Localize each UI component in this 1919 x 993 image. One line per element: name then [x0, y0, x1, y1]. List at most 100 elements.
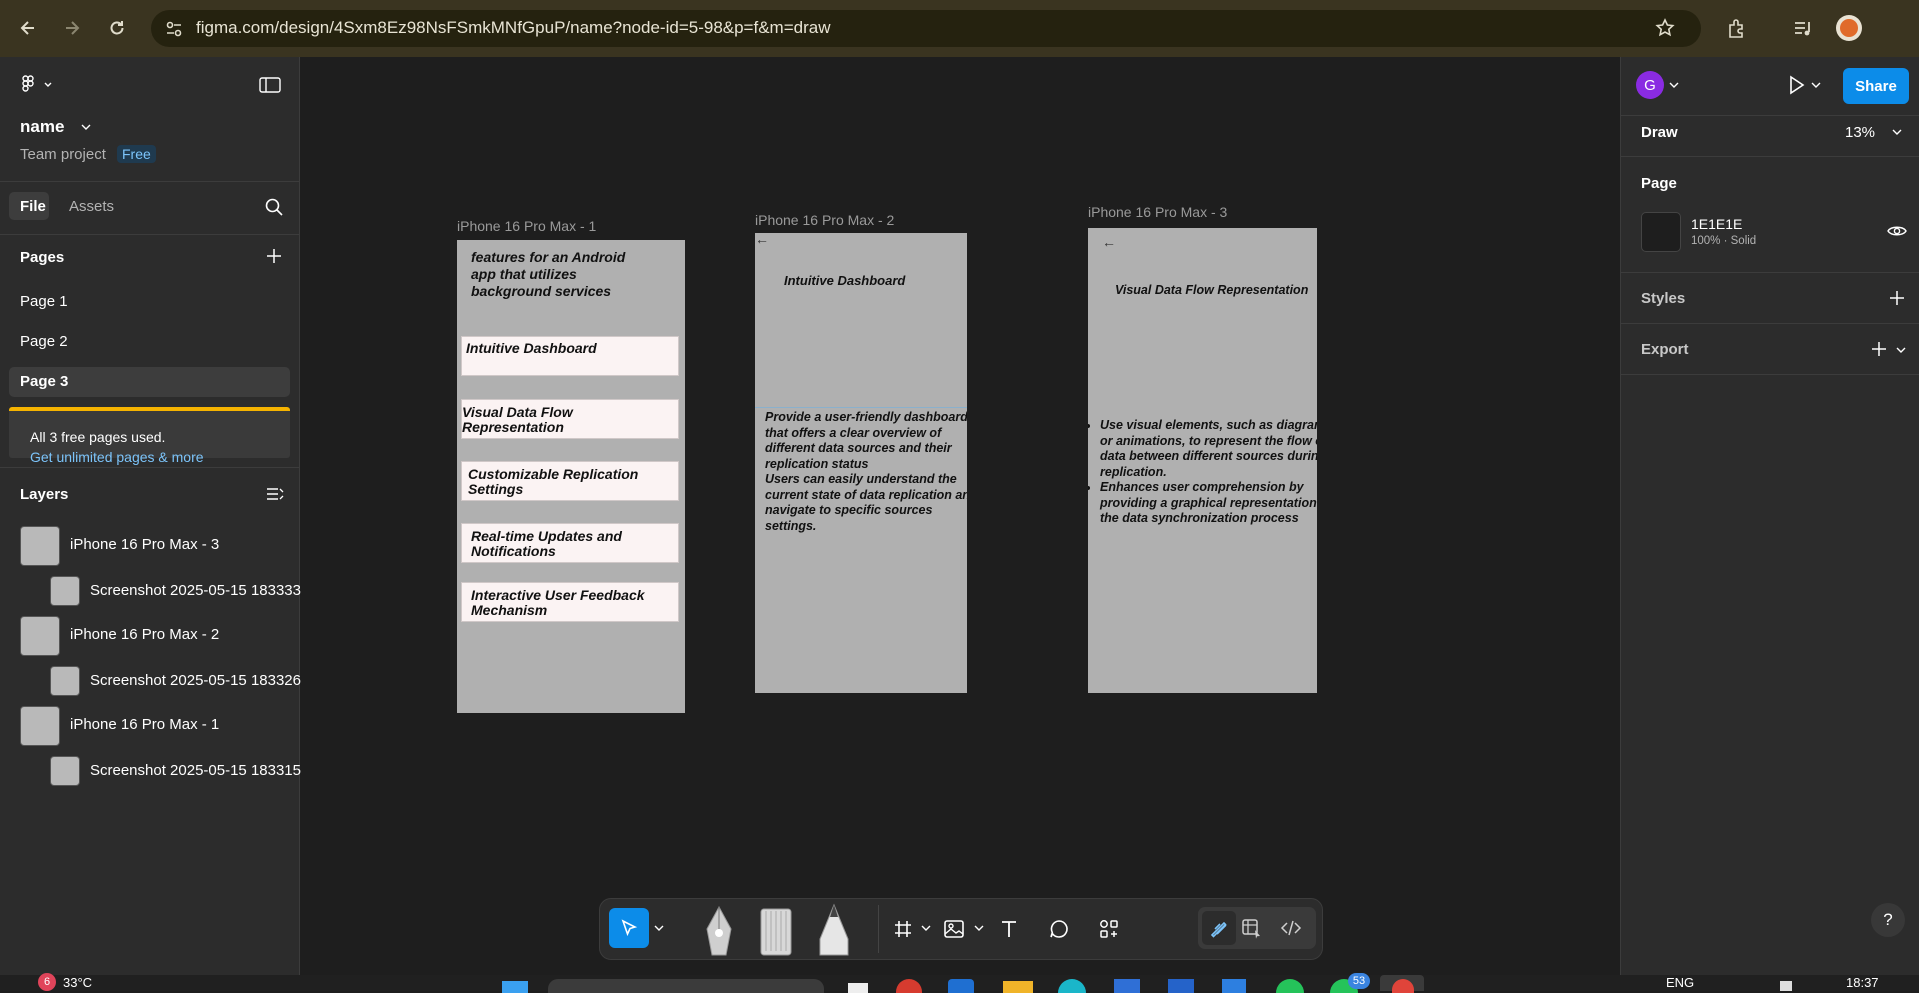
user-avatar[interactable]: G [1636, 71, 1664, 99]
layer-row[interactable]: iPhone 16 Pro Max - 2 [0, 614, 299, 656]
pen-tool-icon[interactable] [701, 903, 737, 962]
fill-opacity-detail: 100% · Solid [1691, 235, 1757, 247]
draw-mode-icon[interactable] [1202, 911, 1236, 945]
feature-card[interactable]: Intuitive Dashboard [461, 336, 679, 376]
back-arrow-icon[interactable] [14, 14, 42, 42]
chevron-down-icon[interactable] [1891, 123, 1903, 146]
layer-label: Screenshot 2025-05-15 183315 [90, 762, 301, 779]
system-tray-icon[interactable] [1780, 981, 1792, 991]
actions-tool-icon[interactable] [1094, 913, 1124, 945]
divider [0, 181, 299, 182]
selection-guide-line [755, 407, 967, 408]
search-icon[interactable] [264, 197, 284, 222]
file-name[interactable]: name [20, 117, 64, 137]
divider [1621, 374, 1919, 375]
present-play-icon[interactable] [1785, 74, 1807, 101]
toggle-sidebar-icon[interactable] [259, 76, 281, 99]
add-export-plus-icon[interactable] [1869, 339, 1889, 364]
notification-count-badge: 53 [1348, 973, 1370, 989]
image-thumbnail-icon [50, 756, 80, 786]
figma-menu-button[interactable] [20, 75, 56, 100]
taskbar-app-icon[interactable] [848, 983, 868, 993]
help-button[interactable]: ? [1871, 903, 1905, 937]
file-explorer-icon[interactable] [1003, 981, 1033, 993]
brush-tool-icon[interactable] [758, 903, 794, 962]
layer-row[interactable]: iPhone 16 Pro Max - 3 [0, 524, 299, 566]
feature-card[interactable]: Real-time Updates and Notifications [461, 523, 679, 563]
divider [1621, 156, 1919, 157]
image-tool-icon[interactable] [939, 913, 969, 945]
feature-card-label: Intuitive Dashboard [466, 340, 597, 356]
divider [1621, 115, 1919, 116]
feature-card[interactable]: Interactive User Feedback Mechanism [461, 582, 679, 622]
back-arrow-icon[interactable]: ← [755, 233, 769, 247]
frame-thumbnail-icon [20, 616, 60, 656]
layer-row[interactable]: Screenshot 2025-05-15 183333 [0, 569, 301, 611]
bookmark-star-icon[interactable] [1655, 18, 1675, 43]
frame-label[interactable]: iPhone 16 Pro Max - 1 [457, 218, 596, 234]
feature-card[interactable]: Customizable Replication Settings [461, 461, 679, 501]
media-queue-icon[interactable] [1792, 17, 1814, 44]
site-settings-icon[interactable] [165, 20, 183, 43]
language-indicator[interactable]: ENG [1666, 975, 1694, 990]
iphone-frame-3[interactable]: ← Visual Data Flow Representation Use vi… [1088, 228, 1317, 693]
fill-color-swatch[interactable] [1641, 212, 1681, 252]
bullet-item: Enhances user comprehension by providing… [1100, 480, 1317, 527]
page-item-page-2[interactable]: Page 2 [20, 333, 68, 350]
feature-card[interactable]: Visual Data Flow Representation [461, 399, 679, 439]
chevron-down-icon[interactable] [1668, 76, 1680, 99]
chevron-down-icon[interactable] [1810, 76, 1822, 99]
frame-label[interactable]: iPhone 16 Pro Max - 2 [755, 212, 894, 228]
forward-arrow-icon[interactable] [58, 14, 86, 42]
pencil-tool-icon[interactable] [816, 903, 852, 962]
tab-assets[interactable]: Assets [69, 198, 114, 215]
layer-label: iPhone 16 Pro Max - 2 [70, 626, 220, 643]
bullet-list: Provide a user-friendly dashboard that o… [755, 410, 967, 534]
share-button[interactable]: Share [1843, 68, 1909, 104]
zoom-level[interactable]: 13% [1845, 124, 1875, 141]
fill-hex-value[interactable]: 1E1E1E [1691, 216, 1742, 232]
layer-row[interactable]: Screenshot 2025-05-15 183326 [0, 659, 301, 701]
chevron-down-icon[interactable] [973, 919, 985, 942]
text-tool-icon[interactable] [994, 913, 1024, 945]
image-thumbnail-icon [50, 666, 80, 696]
chevron-down-icon[interactable] [80, 117, 92, 140]
extensions-icon[interactable] [1726, 17, 1748, 44]
chevron-down-icon[interactable] [1895, 341, 1907, 364]
upgrade-link[interactable]: Get unlimited pages & more [30, 449, 204, 465]
layer-row[interactable]: iPhone 16 Pro Max - 1 [0, 704, 299, 746]
team-project-label[interactable]: Team project [20, 146, 106, 163]
back-arrow-icon[interactable]: ← [1102, 234, 1116, 250]
iphone-frame-1[interactable]: features for an Android app that utilize… [457, 240, 685, 713]
layers-options-icon[interactable] [265, 485, 285, 508]
bottom-toolbar [599, 898, 1323, 960]
frame-label[interactable]: iPhone 16 Pro Max - 3 [1088, 204, 1227, 220]
os-taskbar: 6 33°C 53 ENG 18:37 [0, 973, 1919, 993]
comment-tool-icon[interactable] [1044, 913, 1074, 945]
add-style-plus-icon[interactable] [1887, 288, 1907, 313]
frame-thumbnail-icon [20, 706, 60, 746]
page-item-page-1[interactable]: Page 1 [20, 293, 68, 310]
move-tool-button[interactable] [609, 908, 649, 948]
layers-heading: Layers [20, 486, 69, 503]
export-heading: Export [1641, 341, 1689, 358]
reload-icon[interactable] [103, 14, 131, 42]
feature-card-label: Customizable Replication Settings [468, 466, 639, 497]
start-windows-icon[interactable] [502, 981, 528, 993]
chevron-down-icon[interactable] [653, 919, 665, 942]
bullet-list: Use visual elements, such as diagrams or… [1090, 418, 1317, 527]
eye-visibility-icon[interactable] [1887, 223, 1907, 244]
profile-avatar[interactable] [1836, 15, 1862, 41]
chevron-down-icon[interactable] [920, 919, 932, 942]
divider [878, 905, 879, 953]
frame-thumbnail-icon [20, 526, 60, 566]
dev-mode-code-icon[interactable] [1280, 918, 1302, 943]
weather-temperature[interactable]: 33°C [63, 975, 92, 990]
frame-tool-icon[interactable] [888, 913, 918, 945]
feature-card-label: Visual Data Flow Representation [462, 404, 573, 435]
add-page-plus-icon[interactable] [264, 246, 284, 271]
design-mode-icon[interactable] [1241, 917, 1263, 944]
clock-time[interactable]: 18:37 [1846, 975, 1879, 990]
layer-row[interactable]: Screenshot 2025-05-15 183315 [0, 749, 301, 791]
iphone-frame-2[interactable]: ← Intuitive Dashboard Provide a user-fri… [755, 233, 967, 693]
